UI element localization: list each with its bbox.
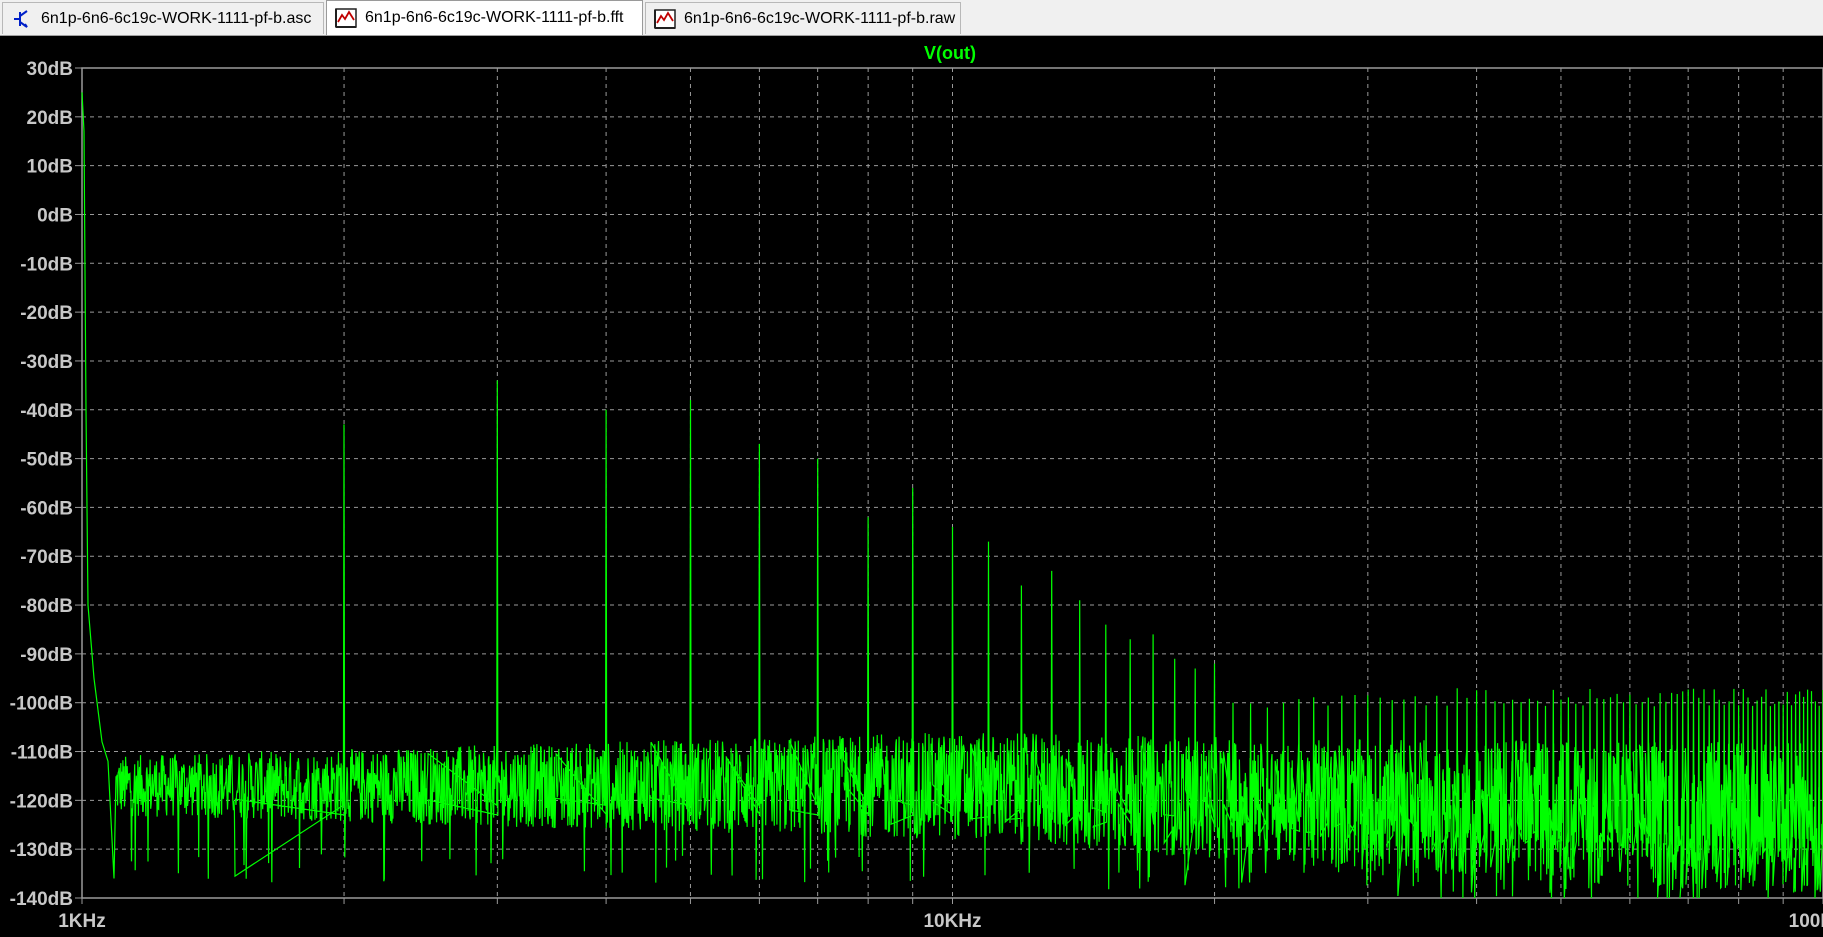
- y-tick-label: 30dB: [27, 59, 73, 80]
- y-tick-label: -140dB: [10, 889, 73, 910]
- y-tick-label: -70dB: [20, 547, 73, 568]
- document-tab-bar: 6n1p-6n6-6c19c-WORK-1111-pf-b.asc 6n1p-6…: [0, 0, 1823, 36]
- y-tick-label: 20dB: [27, 108, 73, 129]
- y-tick-label: -90dB: [20, 645, 73, 666]
- tab-fft[interactable]: 6n1p-6n6-6c19c-WORK-1111-pf-b.fft: [326, 0, 643, 35]
- y-tick-label: -40dB: [20, 401, 73, 422]
- fft-chart[interactable]: V(out) 30dB 20dB 10dB 0dB -10dB -20dB -30dB -40…: [0, 36, 1823, 937]
- y-tick-label: -100dB: [10, 694, 73, 715]
- tab-label: 6n1p-6n6-6c19c-WORK-1111-pf-b.fft: [365, 9, 624, 26]
- y-tick-label: -110dB: [11, 743, 73, 764]
- y-tick-label: 0dB: [37, 205, 73, 226]
- y-tick-label: -10dB: [20, 254, 73, 275]
- schematic-icon: [14, 9, 28, 28]
- tab-raw[interactable]: 6n1p-6n6-6c19c-WORK-1111-pf-b.raw: [645, 2, 961, 34]
- y-tick-label: -60dB: [20, 498, 73, 519]
- y-tick-label: -30dB: [20, 352, 73, 373]
- x-tick-label: 10KHz: [923, 911, 981, 932]
- y-tick-label: -80dB: [20, 596, 73, 617]
- y-tick-label: -20dB: [20, 303, 73, 324]
- waveform-plot-pane[interactable]: V(out) 30dB 20dB 10dB 0dB -10dB -20dB -30dB -40…: [0, 36, 1823, 937]
- y-tick-label: 10dB: [27, 157, 73, 178]
- x-tick-label: 100KHz: [1789, 911, 1823, 932]
- x-tick-labels: 1KHz 10KHz 100KHz: [58, 911, 1823, 932]
- tab-label: 6n1p-6n6-6c19c-WORK-1111-pf-b.raw: [684, 9, 956, 27]
- waveform-icon: [654, 8, 676, 29]
- y-tick-label: -50dB: [20, 450, 73, 471]
- x-tick-label: 1KHz: [58, 911, 106, 932]
- waveform-icon: [335, 8, 357, 28]
- y-tick-labels: 30dB 20dB 10dB 0dB -10dB -20dB -30dB -40dB -50dB…: [10, 59, 73, 910]
- tab-schematic[interactable]: 6n1p-6n6-6c19c-WORK-1111-pf-b.asc: [2, 2, 324, 34]
- y-tick-label: -130dB: [10, 840, 73, 861]
- trace-name[interactable]: V(out): [924, 43, 976, 63]
- y-tick-label: -120dB: [10, 791, 73, 812]
- tab-label: 6n1p-6n6-6c19c-WORK-1111-pf-b.asc: [41, 9, 312, 27]
